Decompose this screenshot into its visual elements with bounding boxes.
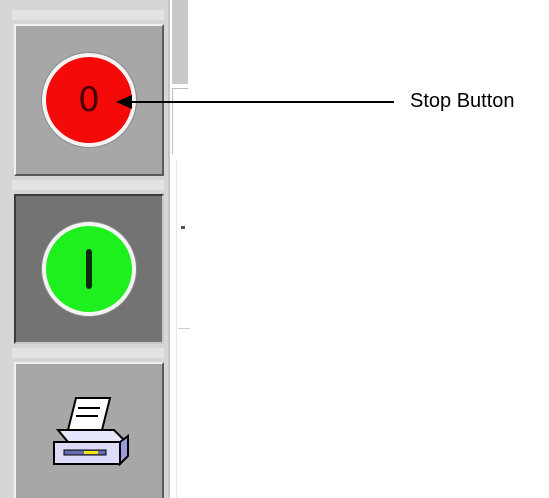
start-glyph (86, 249, 92, 289)
content-panel-edge (172, 88, 188, 154)
print-button[interactable] (14, 362, 164, 498)
stop-glyph: 0 (78, 80, 100, 120)
screenshot-stage: 0 Stop Button (0, 0, 549, 498)
content-divider (176, 160, 177, 498)
callout-label: Stop Button (410, 90, 515, 112)
printer-icon (53, 397, 129, 467)
callout-line (128, 101, 394, 103)
content-panel-edge (172, 0, 188, 84)
start-button[interactable] (14, 194, 164, 344)
machine-control-toolbar: 0 (0, 0, 170, 498)
toolbar-separator (12, 10, 164, 20)
toolbar-separator (12, 348, 164, 358)
content-marker (181, 226, 185, 229)
stop-button[interactable]: 0 (14, 24, 164, 176)
content-divider (178, 328, 190, 329)
toolbar-separator (12, 180, 164, 190)
start-icon (42, 222, 136, 316)
